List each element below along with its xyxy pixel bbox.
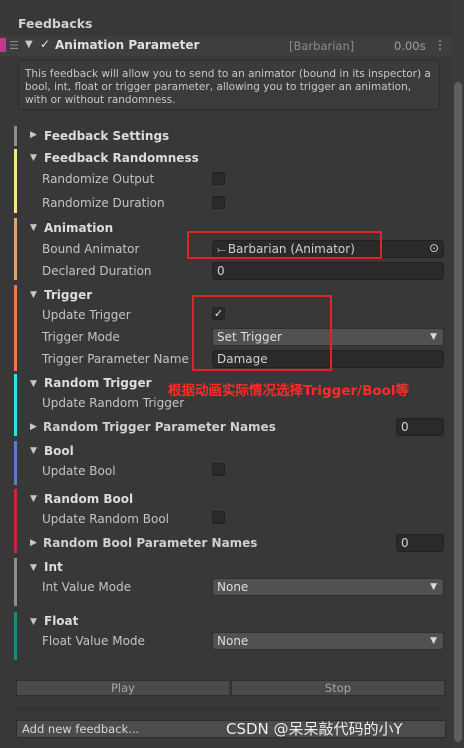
random-trigger-names-label[interactable]: Random Trigger Parameter Names [43,420,276,434]
divider [14,708,444,709]
feedback-active-toggle[interactable]: ✓ [40,37,50,51]
section-stripe-float [14,612,17,660]
foldout-collapsed-icon[interactable]: ▶ [30,130,37,140]
foldout-expanded-icon[interactable]: ▼ [30,446,37,456]
chevron-down-icon: ▼ [430,636,437,646]
foldout-expanded-icon[interactable]: ▼ [30,223,37,233]
help-box: This feedback will allow you to send to … [18,60,440,110]
more-menu-icon[interactable]: ⋮ [434,38,446,52]
foldout-collapsed-icon[interactable]: ▶ [30,538,37,548]
declared-duration-field[interactable]: 0 [212,262,444,280]
int-value-mode-dropdown[interactable]: None ▼ [212,578,444,596]
inspector-header-title: Feedbacks [18,16,93,31]
update-random-bool-label: Update Random Bool [42,512,170,526]
random-bool-names-label[interactable]: Random Bool Parameter Names [43,536,257,550]
chevron-down-icon: ▼ [430,332,437,342]
section-stripe-random-trigger [14,374,17,436]
update-bool-toggle[interactable] [212,463,225,476]
highlight-box-trigger [192,295,332,371]
randomize-duration-label: Randomize Duration [42,196,165,210]
feedback-name: Animation Parameter [55,38,200,52]
foldout-expanded-icon[interactable]: ▼ [30,153,37,163]
section-feedback-settings[interactable]: Feedback Settings [44,129,169,143]
feedback-duration: 0.00s [394,39,426,53]
trigger-mode-label: Trigger Mode [42,330,120,344]
feedback-row[interactable]: ☰ ▼ ✓ Animation Parameter [Barbarian] 0.… [0,36,452,56]
vertical-scrollbar[interactable] [452,0,464,748]
section-random-bool[interactable]: Random Bool [44,492,133,506]
foldout-expanded-icon[interactable]: ▼ [30,617,37,627]
float-value-mode-dropdown[interactable]: None ▼ [212,632,444,650]
section-stripe-animation [14,218,17,280]
watermark: CSDN @呆呆敲代码的小Y [226,720,403,738]
drag-handle-icon[interactable]: ☰ [9,39,19,52]
stop-button[interactable]: Stop [231,680,445,696]
bound-animator-label: Bound Animator [42,242,140,256]
random-trigger-names-count[interactable]: 0 [396,418,444,436]
section-feedback-randomness[interactable]: Feedback Randomness [44,151,199,165]
section-stripe-trigger [14,285,17,371]
foldout-collapsed-icon[interactable]: ▶ [30,422,37,432]
play-button[interactable]: Play [16,680,230,696]
foldout-expanded-icon[interactable]: ▼ [30,494,37,504]
update-trigger-label: Update Trigger [42,308,131,322]
feedback-color-bar [0,38,6,52]
section-stripe [14,126,17,146]
declared-duration-label: Declared Duration [42,264,152,278]
randomize-duration-toggle[interactable] [212,196,225,209]
trigger-param-name-label: Trigger Parameter Name [42,352,189,366]
section-int[interactable]: Int [44,560,63,574]
update-random-trigger-label: Update Random Trigger [42,396,185,410]
section-stripe-bool [14,441,17,485]
randomize-output-label: Randomize Output [42,172,155,186]
foldout-expanded-icon[interactable]: ▼ [30,563,37,573]
foldout-expanded-icon[interactable]: ▼ [30,379,37,389]
highlight-box-animator [187,231,382,259]
random-bool-names-count[interactable]: 0 [396,534,444,552]
section-stripe-randomness [14,149,17,213]
update-bool-label: Update Bool [42,464,116,478]
float-value-mode-label: Float Value Mode [42,634,145,648]
int-value-mode-value: None [217,580,249,594]
annotation-text: 根据动画实际情况选择Trigger/Bool等 [168,383,410,399]
object-picker-icon[interactable]: ⊙ [429,241,439,256]
feedback-target: [Barbarian] [289,39,355,53]
section-bool[interactable]: Bool [44,444,74,458]
foldout-arrow-icon[interactable]: ▼ [25,39,33,50]
update-random-bool-toggle[interactable] [212,511,225,524]
add-new-feedback-label: Add new feedback... [22,722,140,736]
section-stripe-int [14,558,17,606]
int-value-mode-label: Int Value Mode [42,580,132,594]
section-trigger[interactable]: Trigger [44,288,92,302]
section-animation[interactable]: Animation [44,221,113,235]
float-value-mode-value: None [217,634,249,648]
section-float[interactable]: Float [44,614,78,628]
section-random-trigger[interactable]: Random Trigger [44,376,152,390]
scrollbar-thumb[interactable] [454,82,462,742]
randomize-output-toggle[interactable] [212,172,225,185]
foldout-expanded-icon[interactable]: ▼ [30,290,37,300]
chevron-down-icon: ▼ [430,582,437,592]
section-stripe-random-bool [14,489,17,553]
